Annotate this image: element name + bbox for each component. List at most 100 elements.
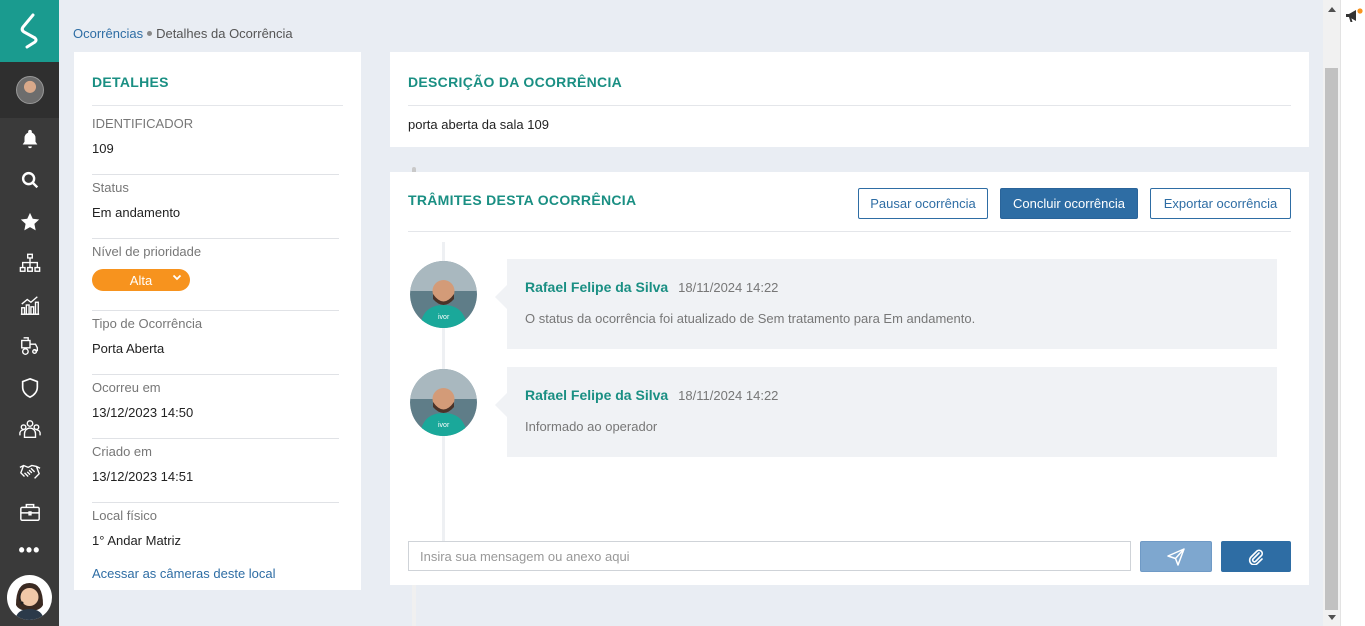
sidebar-item-vehicles[interactable] xyxy=(0,326,59,368)
entry-avatar: ivor xyxy=(410,261,477,328)
briefcase-icon xyxy=(19,504,40,522)
user-avatar[interactable] xyxy=(0,62,59,118)
sidebar-item-reports[interactable] xyxy=(0,284,59,326)
tramites-title: TRÂMITES DESTA OCORRÊNCIA xyxy=(408,192,637,208)
entry-message: Informado ao operador xyxy=(525,419,658,434)
field-divider xyxy=(92,174,339,175)
user-avatar-image xyxy=(15,76,44,104)
logo-icon xyxy=(20,13,37,49)
sidebar-item-security[interactable] xyxy=(0,367,59,409)
status-label: Status xyxy=(92,180,129,195)
cameras-link[interactable]: Acessar as câmeras deste local xyxy=(92,566,276,581)
breadcrumb: Ocorrências Detalhes da Ocorrência xyxy=(73,26,293,41)
scroll-down-icon[interactable] xyxy=(1323,609,1340,626)
field-divider xyxy=(92,238,339,239)
shield-icon xyxy=(21,377,38,398)
logo[interactable] xyxy=(0,0,59,62)
sidebar-nav xyxy=(0,118,59,533)
breadcrumb-current: Detalhes da Ocorrência xyxy=(156,26,293,41)
sidebar-item-teams[interactable] xyxy=(0,409,59,451)
sidebar-item-organization[interactable] xyxy=(0,243,59,285)
details-card: DETALHES IDENTIFICADOR 109 Status Em and… xyxy=(74,52,416,626)
entry-avatar-image: ivor xyxy=(410,369,477,436)
occurred-label: Ocorreu em xyxy=(92,380,161,395)
details-title-divider xyxy=(92,105,343,106)
message-input[interactable]: Insira sua mensagem ou anexo aqui xyxy=(408,541,1131,571)
pause-button[interactable]: Pausar ocorrência xyxy=(858,188,988,219)
entry-time: 18/11/2024 14:22 xyxy=(678,280,779,295)
paperclip-icon xyxy=(1248,549,1263,565)
send-button[interactable] xyxy=(1140,541,1212,572)
created-label: Criado em xyxy=(92,444,152,459)
location-value: 1° Andar Matriz xyxy=(92,533,182,548)
entry-avatar-image: ivor xyxy=(410,261,477,328)
occurred-value: 13/12/2023 14:50 xyxy=(92,405,194,420)
description-title: DESCRIÇÃO DA OCORRÊNCIA xyxy=(408,74,623,90)
status-value: Em andamento xyxy=(92,205,181,220)
export-button[interactable]: Exportar ocorrência xyxy=(1150,188,1291,219)
type-label: Tipo de Ocorrência xyxy=(92,316,203,331)
field-divider xyxy=(92,310,339,311)
field-divider xyxy=(92,502,339,503)
team-icon xyxy=(18,420,41,439)
identifier-label: IDENTIFICADOR xyxy=(92,116,194,131)
entry-author: Rafael Felipe da Silva 18/11/2024 14:22 xyxy=(525,387,778,403)
send-icon xyxy=(1167,547,1185,566)
star-icon xyxy=(20,212,39,231)
tractor-icon xyxy=(20,337,38,356)
field-divider xyxy=(92,438,339,439)
details-title: DETALHES xyxy=(92,74,169,90)
description-title-divider xyxy=(408,105,1291,106)
identifier-value: 109 xyxy=(92,141,114,156)
sidebar-item-services[interactable] xyxy=(0,492,59,534)
sidebar-item-partners[interactable] xyxy=(0,450,59,492)
more-icon[interactable]: ••• xyxy=(0,532,59,568)
entry-author-name: Rafael Felipe da Silva xyxy=(525,279,669,295)
entry-avatar: ivor xyxy=(410,369,477,436)
type-field: Tipo de Ocorrência Porta Aberta xyxy=(92,316,341,356)
field-divider xyxy=(92,374,339,375)
megaphone-icon[interactable] xyxy=(1345,8,1363,24)
entry-time: 18/11/2024 14:22 xyxy=(678,388,779,403)
chevron-down-icon xyxy=(172,274,182,281)
tramites-title-divider xyxy=(408,231,1291,232)
right-rail xyxy=(1340,0,1365,626)
identifier-field: IDENTIFICADOR 109 xyxy=(92,116,341,156)
location-label: Local físico xyxy=(92,508,158,523)
entry-author: Rafael Felipe da Silva 18/11/2024 14:22 xyxy=(525,279,778,295)
assistant-avatar-icon xyxy=(15,583,44,620)
sidebar-item-notifications[interactable] xyxy=(0,118,59,160)
priority-dropdown[interactable]: Alta xyxy=(92,269,190,291)
attach-button[interactable] xyxy=(1221,541,1291,572)
bubble-arrow xyxy=(495,285,507,309)
bubble-arrow xyxy=(495,393,507,417)
tramites-card: TRÂMITES DESTA OCORRÊNCIA Pausar ocorrên… xyxy=(390,172,1309,585)
created-field: Criado em 13/12/2023 14:51 xyxy=(92,444,341,484)
type-value: Porta Aberta xyxy=(92,341,165,356)
priority-value: Alta xyxy=(129,272,153,288)
conclude-button[interactable]: Concluir ocorrência xyxy=(1000,188,1138,219)
assistant-avatar[interactable] xyxy=(7,575,52,620)
org-chart-icon xyxy=(19,253,40,273)
svg-text:ivor: ivor xyxy=(438,314,450,321)
sidebar-item-search[interactable] xyxy=(0,160,59,202)
description-card: DESCRIÇÃO DA OCORRÊNCIA porta aberta da … xyxy=(390,52,1309,147)
breadcrumb-separator xyxy=(147,31,153,37)
bell-icon xyxy=(22,129,37,148)
created-value: 13/12/2023 14:51 xyxy=(92,469,194,484)
entry-bubble: Rafael Felipe da Silva 18/11/2024 14:22 I… xyxy=(495,367,1277,457)
chart-icon xyxy=(20,295,39,315)
status-field: Status Em andamento xyxy=(92,180,341,220)
occurred-field: Ocorreu em 13/12/2023 14:50 xyxy=(92,380,341,420)
sidebar: ••• xyxy=(0,0,59,626)
sidebar-item-favorites[interactable] xyxy=(0,201,59,243)
handshake-icon xyxy=(19,464,40,479)
description-text: porta aberta da sala 109 xyxy=(408,117,549,132)
entry-message: O status da ocorrência foi atualizado de… xyxy=(525,311,976,326)
breadcrumb-parent-link[interactable]: Ocorrências xyxy=(73,26,143,41)
location-field: Local físico 1° Andar Matriz xyxy=(92,508,341,548)
page-scroll-thumb[interactable] xyxy=(1325,68,1338,610)
scroll-up-icon[interactable] xyxy=(1323,0,1340,17)
priority-field: Nível de prioridade Alta xyxy=(92,244,341,291)
priority-label: Nível de prioridade xyxy=(92,244,202,259)
